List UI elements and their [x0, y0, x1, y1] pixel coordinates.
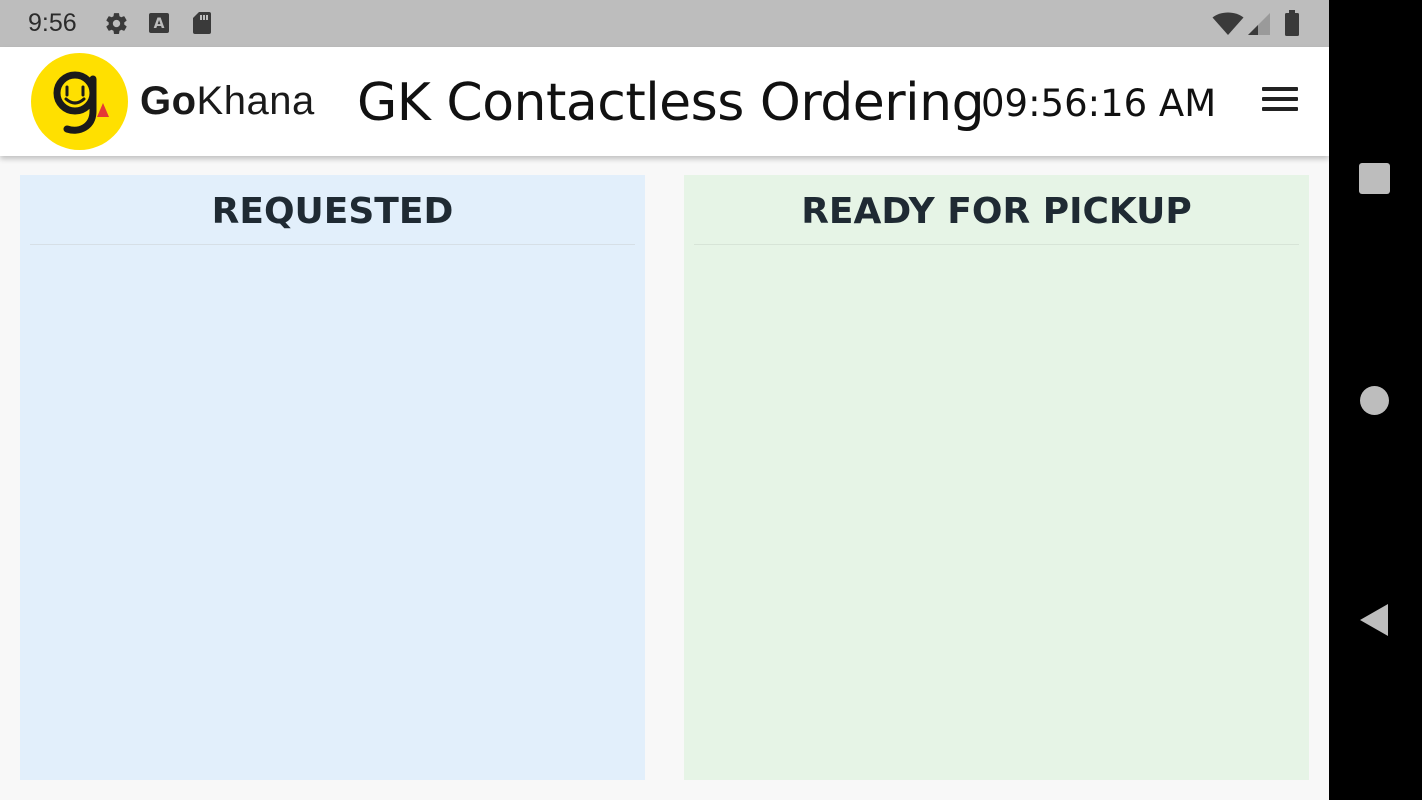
panel-title-ready: READY FOR PICKUP: [801, 191, 1192, 232]
brand-prefix: Go: [140, 79, 197, 123]
status-bar: 9:56 A: [0, 0, 1329, 47]
status-time: 9:56: [28, 9, 77, 37]
ready-orders-list: [684, 245, 1309, 780]
brand-wordmark: GoKhana: [140, 79, 315, 124]
svg-text:A: A: [154, 16, 165, 32]
ready-for-pickup-panel: READY FOR PICKUP: [684, 175, 1309, 780]
back-icon[interactable]: [1359, 603, 1389, 642]
menu-line: [1262, 97, 1298, 101]
requested-orders-panel: REQUESTED: [20, 175, 645, 780]
brand-suffix: Khana: [196, 79, 315, 123]
home-icon[interactable]: [1360, 386, 1389, 415]
hamburger-menu-icon[interactable]: [1262, 87, 1302, 119]
requested-orders-list: [20, 245, 645, 780]
menu-line: [1262, 107, 1298, 111]
font-a-icon: A: [148, 12, 170, 39]
recent-apps-icon[interactable]: [1359, 163, 1390, 194]
clock-display: 09:56:16 AM: [981, 82, 1217, 125]
app-title: GK Contactless Ordering: [357, 73, 985, 133]
sd-card-icon: [192, 11, 212, 40]
device-screen: 9:56 A GoKhana GK Contactless Ordering 0…: [0, 0, 1329, 800]
app-bar: GoKhana GK Contactless Ordering 09:56:16…: [0, 47, 1329, 156]
gokhana-logo-icon: [31, 53, 128, 150]
cell-signal-icon: [1247, 12, 1271, 41]
navigation-bar: [1329, 0, 1422, 800]
menu-line: [1262, 87, 1298, 91]
panel-title-requested: REQUESTED: [211, 191, 454, 232]
settings-icon: [104, 11, 129, 41]
wifi-icon: [1212, 12, 1244, 41]
battery-icon: [1284, 10, 1300, 41]
